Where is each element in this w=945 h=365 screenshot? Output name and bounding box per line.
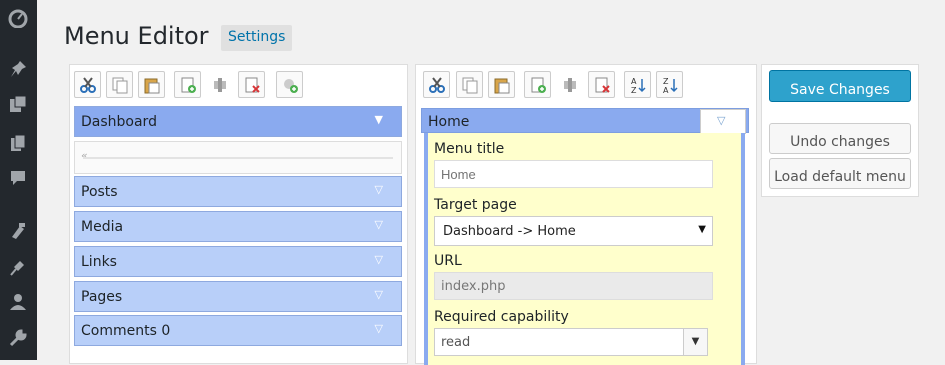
menu-item-label: Posts xyxy=(81,184,118,200)
tools-icon[interactable] xyxy=(8,328,28,348)
target-page-select[interactable]: Dashboard -> Home ▼ xyxy=(434,216,713,246)
paste-icon[interactable] xyxy=(138,71,165,98)
menu-item-pages[interactable]: Pages ▽ xyxy=(74,281,402,312)
url-value: index.php xyxy=(441,279,506,294)
menu-item-links[interactable]: Links ▽ xyxy=(74,246,402,277)
page-title: Menu Editor xyxy=(64,22,209,50)
delete-icon[interactable] xyxy=(238,71,265,98)
chevron-left-icon[interactable]: « xyxy=(81,149,88,162)
cut-icon[interactable] xyxy=(423,71,450,98)
submenu-item-label: Home xyxy=(428,114,470,130)
undo-changes-button[interactable]: Undo changes xyxy=(769,123,911,154)
delete-icon[interactable] xyxy=(588,71,615,98)
expand-arrow-icon[interactable]: ▽ xyxy=(375,218,383,231)
target-page-value: Dashboard -> Home xyxy=(443,224,576,239)
new-item-icon[interactable] xyxy=(276,71,303,98)
copy-icon[interactable] xyxy=(106,71,133,98)
menu-item-label: Dashboard xyxy=(81,114,157,130)
expand-arrow-icon[interactable]: ▽ xyxy=(717,114,725,127)
pin-icon[interactable] xyxy=(8,59,28,79)
capability-label: Required capability xyxy=(434,309,569,325)
svg-text:A: A xyxy=(631,77,637,86)
menu-item-label: Comments 0 xyxy=(81,323,171,339)
settings-link[interactable]: Settings xyxy=(221,25,293,51)
menu-title-label: Menu title xyxy=(434,141,505,157)
menu-item-label: Links xyxy=(81,254,117,270)
svg-text:Z: Z xyxy=(631,86,637,94)
appearance-icon[interactable] xyxy=(8,221,28,241)
capability-combobox[interactable]: read ▼ xyxy=(434,328,708,356)
new-item-icon[interactable] xyxy=(524,71,551,98)
target-page-label: Target page xyxy=(434,197,517,213)
comments-icon[interactable] xyxy=(8,168,28,188)
plugins-icon[interactable] xyxy=(8,257,28,277)
sort-descending-icon[interactable]: ZA xyxy=(656,71,683,98)
submenu-column: AZ ZA Home ▽ Menu title Target page Dash… xyxy=(415,64,757,365)
url-input[interactable]: index.php xyxy=(434,272,713,300)
menu-toolbar xyxy=(74,71,404,99)
divider-line xyxy=(83,157,393,159)
svg-text:A: A xyxy=(663,86,669,94)
dashboard-icon[interactable] xyxy=(8,8,28,29)
submenu-strip[interactable]: « xyxy=(74,141,402,174)
menu-item-posts[interactable]: Posts ▽ xyxy=(74,176,402,207)
cut-icon[interactable] xyxy=(74,71,101,98)
menu-title-input[interactable] xyxy=(434,160,713,188)
url-label: URL xyxy=(434,253,462,269)
save-changes-button[interactable]: Save Changes xyxy=(769,70,911,102)
media-icon[interactable] xyxy=(8,95,28,115)
menu-item-comments[interactable]: Comments 0 ▽ xyxy=(74,315,402,346)
svg-text:Z: Z xyxy=(663,77,669,86)
expand-arrow-icon[interactable]: ▽ xyxy=(375,253,383,266)
new-separator-icon[interactable] xyxy=(206,71,233,98)
users-icon[interactable] xyxy=(8,292,28,312)
chevron-down-icon: ▼ xyxy=(698,224,706,235)
copy-icon[interactable] xyxy=(456,71,483,98)
actions-panel: Save Changes Undo changes Load default m… xyxy=(761,64,919,197)
admin-sidebar xyxy=(0,0,37,360)
load-default-menu-button[interactable]: Load default menu xyxy=(769,158,911,189)
expand-arrow-icon[interactable]: ▽ xyxy=(375,322,383,335)
paste-icon[interactable] xyxy=(488,71,515,98)
item-toggle-tab[interactable]: ▽ xyxy=(700,109,746,134)
expand-arrow-icon[interactable]: ▽ xyxy=(375,288,383,301)
chevron-down-icon[interactable]: ▼ xyxy=(683,329,707,355)
submenu-toolbar: AZ ZA xyxy=(420,71,750,99)
pages-icon[interactable] xyxy=(8,133,28,153)
menu-column: Dashboard ▼ « Posts ▽ Media ▽ Links ▽ Pa… xyxy=(69,64,408,364)
menu-item-media[interactable]: Media ▽ xyxy=(74,211,402,242)
expand-arrow-icon[interactable]: ▼ xyxy=(375,113,383,126)
menu-item-label: Media xyxy=(81,219,124,235)
item-editor: Menu title Target page Dashboard -> Home… xyxy=(424,133,745,365)
new-separator-icon[interactable] xyxy=(556,71,583,98)
expand-arrow-icon[interactable]: ▽ xyxy=(375,183,383,196)
menu-item-dashboard[interactable]: Dashboard ▼ xyxy=(74,106,402,137)
menu-item-label: Pages xyxy=(81,289,123,305)
capability-value: read xyxy=(441,335,471,350)
new-menu-icon[interactable] xyxy=(174,71,201,98)
sort-ascending-icon[interactable]: AZ xyxy=(624,71,651,98)
